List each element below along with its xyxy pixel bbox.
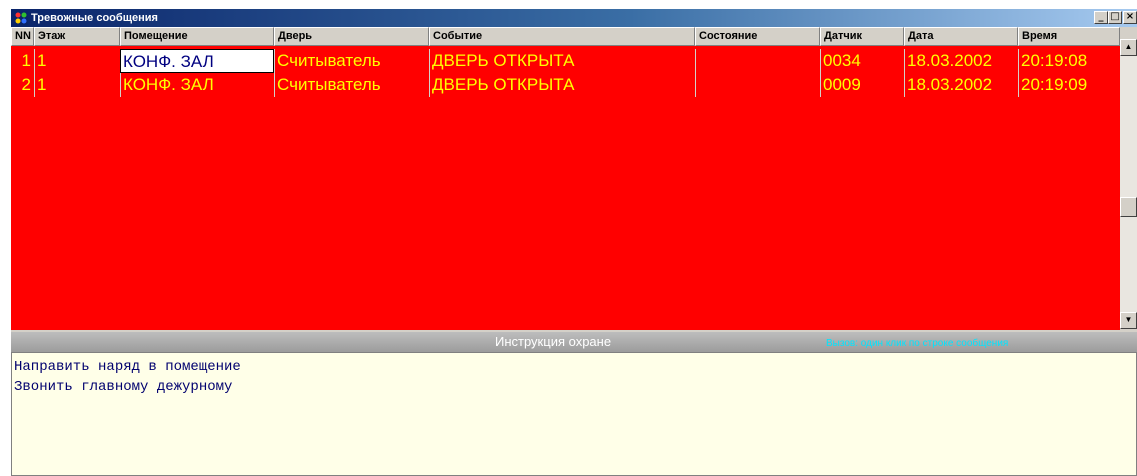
close-button[interactable]: × bbox=[1123, 11, 1137, 24]
instructions-header: Инструкция охране Вызов: один клик по ст… bbox=[11, 332, 1137, 352]
column-header-date[interactable]: Дата bbox=[904, 27, 1018, 46]
scroll-up-arrow-icon[interactable]: ▲ bbox=[1120, 39, 1137, 56]
column-header-state[interactable]: Состояние bbox=[695, 27, 820, 46]
cell-event[interactable]: ДВЕРЬ ОТКРЫТА bbox=[429, 73, 695, 97]
cell-room[interactable]: КОНФ. ЗАЛ bbox=[120, 73, 274, 97]
alarm-messages-window: Тревожные сообщения _ □ × NN Этаж Помеще… bbox=[11, 9, 1137, 476]
instruction-line: Звонить главному дежурному bbox=[14, 379, 233, 395]
column-header-time[interactable]: Время bbox=[1018, 27, 1120, 46]
cell-state[interactable] bbox=[695, 73, 820, 97]
cell-door[interactable]: Считыватель bbox=[274, 73, 429, 97]
cell-nn[interactable]: 1 bbox=[11, 49, 34, 73]
alarm-messages-grid[interactable]: NN Этаж Помещение Дверь Событие Состояни… bbox=[11, 27, 1120, 330]
cell-sensor[interactable]: 0009 bbox=[820, 73, 904, 97]
column-header-sensor[interactable]: Датчик bbox=[820, 27, 904, 46]
cell-sensor[interactable]: 0034 bbox=[820, 49, 904, 73]
instruction-line: Направить наряд в помещение bbox=[14, 359, 241, 375]
cell-floor[interactable]: 1 bbox=[34, 49, 120, 73]
instructions-hint: Вызов: один клик по строке сообщения bbox=[826, 338, 1009, 349]
instructions-text-area[interactable]: Направить наряд в помещение Звонить глав… bbox=[11, 352, 1137, 476]
cell-event[interactable]: ДВЕРЬ ОТКРЫТА bbox=[429, 49, 695, 73]
alarm-app-icon bbox=[14, 11, 28, 25]
title-bar[interactable]: Тревожные сообщения _ □ × bbox=[11, 9, 1137, 27]
scroll-thumb[interactable] bbox=[1120, 197, 1137, 217]
column-header-room[interactable]: Помещение bbox=[120, 27, 274, 46]
vertical-scrollbar[interactable]: ▲ ▼ bbox=[1120, 39, 1137, 329]
cell-nn[interactable]: 2 bbox=[11, 73, 34, 97]
cell-room[interactable]: КОНФ. ЗАЛ bbox=[120, 49, 274, 73]
cell-date[interactable]: 18.03.2002 bbox=[904, 49, 1018, 73]
cell-date[interactable]: 18.03.2002 bbox=[904, 73, 1018, 97]
cell-floor[interactable]: 1 bbox=[34, 73, 120, 97]
minimize-button[interactable]: _ bbox=[1094, 11, 1108, 24]
instructions-title: Инструкция охране bbox=[495, 334, 612, 349]
column-header-door[interactable]: Дверь bbox=[274, 27, 429, 46]
table-row[interactable]: 2 1 КОНФ. ЗАЛ Считыватель ДВЕРЬ ОТКРЫТА … bbox=[11, 73, 1120, 97]
column-header-event[interactable]: Событие bbox=[429, 27, 695, 46]
cell-time[interactable]: 20:19:08 bbox=[1018, 49, 1120, 73]
window-title: Тревожные сообщения bbox=[31, 12, 158, 24]
maximize-button[interactable]: □ bbox=[1108, 11, 1122, 24]
cell-state[interactable] bbox=[695, 49, 820, 73]
column-header-nn[interactable]: NN bbox=[11, 27, 34, 46]
cell-time[interactable]: 20:19:09 bbox=[1018, 73, 1120, 97]
table-row[interactable]: 1 1 КОНФ. ЗАЛ Считыватель ДВЕРЬ ОТКРЫТА … bbox=[11, 49, 1120, 73]
grid-header: NN Этаж Помещение Дверь Событие Состояни… bbox=[11, 27, 1120, 46]
scroll-down-arrow-icon[interactable]: ▼ bbox=[1120, 312, 1137, 329]
cell-door[interactable]: Считыватель bbox=[274, 49, 429, 73]
column-header-floor[interactable]: Этаж bbox=[34, 27, 120, 46]
